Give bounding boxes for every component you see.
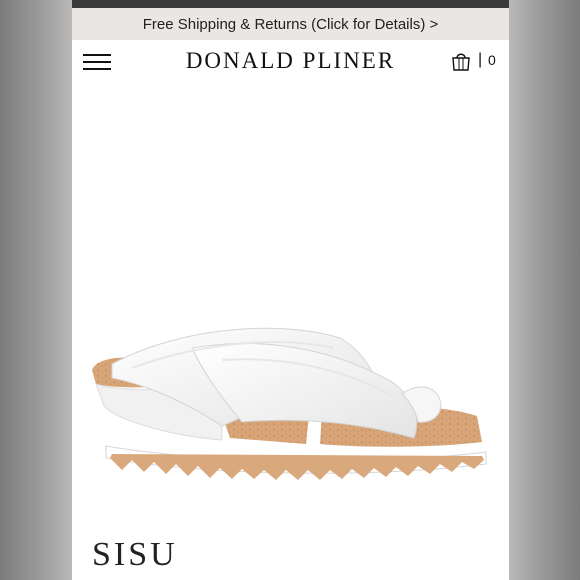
site-header: DONALD PLINER | 0 xyxy=(72,40,509,84)
cart-separator: | xyxy=(478,51,483,68)
background-left xyxy=(0,0,72,580)
status-strip xyxy=(72,0,509,8)
cart-count[interactable]: 0 xyxy=(488,52,496,68)
page: Free Shipping & Returns (Click for Detai… xyxy=(72,8,509,580)
product-name: SISU xyxy=(92,536,178,573)
background-right xyxy=(509,0,580,580)
shopping-bag-icon[interactable] xyxy=(450,50,472,72)
product-image[interactable] xyxy=(72,86,509,526)
promo-banner[interactable]: Free Shipping & Returns (Click for Detai… xyxy=(72,8,509,40)
brand-logo[interactable]: DONALD PLINER xyxy=(72,48,509,74)
promo-text[interactable]: Free Shipping & Returns (Click for Detai… xyxy=(143,16,439,33)
